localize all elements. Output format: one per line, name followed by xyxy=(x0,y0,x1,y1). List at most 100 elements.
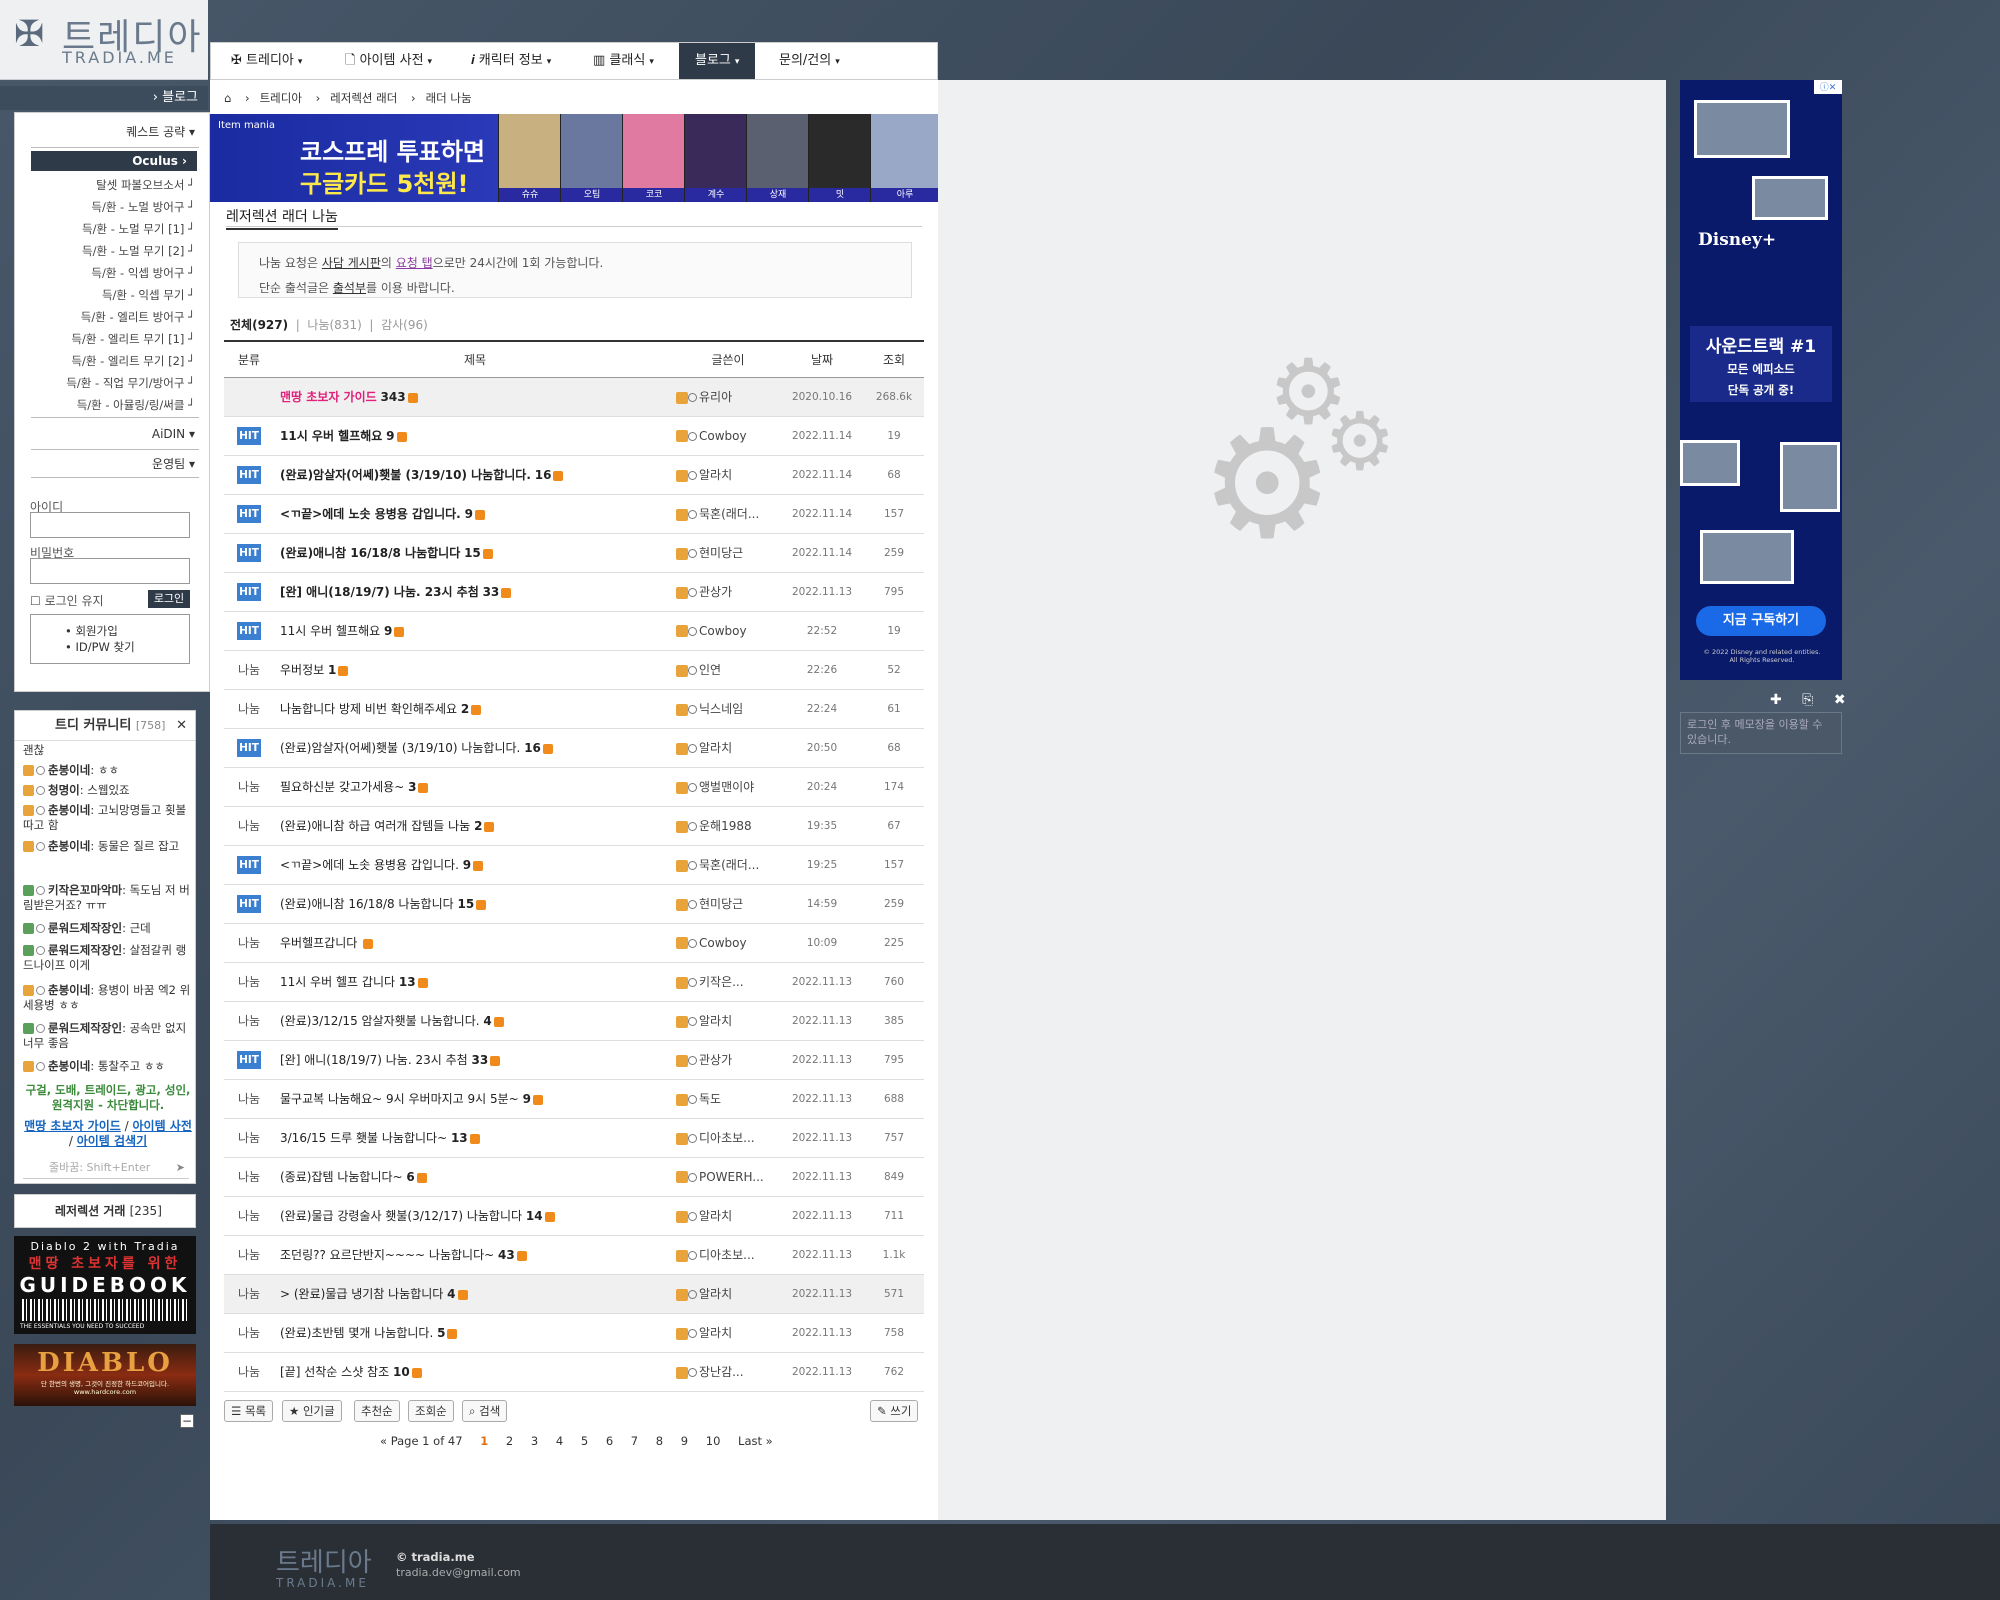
table-row[interactable]: HIT 11시 우버 헬프해요 9 Cowboy 22:52 19 xyxy=(224,611,924,650)
nav-item-items[interactable]: 🗋 아이템 사전 ▾ xyxy=(345,43,432,79)
table-row[interactable]: 나눔 (완료)물급 강령술사 횃불(3/12/17) 나눔합니다 14 알라치 202… xyxy=(224,1196,924,1235)
post-title[interactable]: (완료)애니참 하급 여러개 잡템들 나눔 xyxy=(280,819,470,833)
signup-link[interactable]: • 회원가입 xyxy=(65,623,189,639)
post-title[interactable]: 11시 우버 헬프 갑니다 xyxy=(280,975,395,989)
author-name[interactable]: 관상가 xyxy=(699,585,732,599)
table-row[interactable]: 나눔 (종료)잡템 나눔합니다~ 6 POWERH... 2022.11.13 849 xyxy=(224,1157,924,1196)
author-name[interactable]: 디아초보... xyxy=(699,1131,755,1145)
table-row[interactable]: 나눔 조던링?? 요르단반지~~~~ 나눔합니다~ 43 디아초보... 2022.1… xyxy=(224,1235,924,1274)
subscribe-button[interactable]: 지금 구독하기 xyxy=(1696,606,1826,636)
sidebar-item-quest[interactable]: 퀘스트 공략 ▾ xyxy=(126,123,195,140)
post-title[interactable]: 우버정보 xyxy=(280,663,324,677)
author-name[interactable]: 알라치 xyxy=(699,741,732,755)
post-title[interactable]: 우버헬프갑니다 xyxy=(280,936,357,950)
page-link[interactable]: 8 xyxy=(656,1434,663,1448)
post-title[interactable]: (완료)애니참 16/18/8 나눔합니다 xyxy=(280,897,454,911)
author-name[interactable]: 알라치 xyxy=(699,1014,732,1028)
sidebar-item-team[interactable]: 운영팀 ▾ xyxy=(152,455,195,472)
attendance-link[interactable]: 출석부 xyxy=(333,281,366,295)
sidebar-subitem[interactable]: 득/환 - 익셉 방어구 ┘ xyxy=(91,265,195,281)
author-name[interactable]: 앵벌맨이야 xyxy=(699,780,754,794)
memo-controls[interactable]: ✚ ⎘ ✖ xyxy=(1770,692,1854,708)
post-title[interactable]: 3/16/15 드루 횃불 나눔합니다~ xyxy=(280,1131,447,1145)
sidebar-item-oculus[interactable]: Oculus › xyxy=(31,151,197,171)
find-account-link[interactable]: • ID/PW 찾기 xyxy=(65,639,189,655)
guide-link[interactable]: 맨땅 초보자 가이드 xyxy=(24,1119,121,1133)
post-title[interactable]: 나눔합니다 방제 비번 확인해주세요 xyxy=(280,702,457,716)
sidebar-subitem[interactable]: 득/환 - 노멀 무기 [2] ┘ xyxy=(82,243,195,259)
tab-thanks[interactable]: 감사(96) xyxy=(381,318,428,332)
author-name[interactable]: 현미당근 xyxy=(699,546,743,560)
table-row[interactable]: HIT (완료)암살자(어쎄)횃불 (3/19/10) 나눔합니다. 16 알라치 2… xyxy=(224,728,924,767)
table-row[interactable]: 나눔 물구교복 나눔해요~ 9시 우버마지고 9시 5분~ 9 독도 2022.11.… xyxy=(224,1079,924,1118)
table-row[interactable]: HIT [완] 애니(18/19/7) 나눔. 23시 추첨 33 관상가 2022.… xyxy=(224,1040,924,1079)
tab-share[interactable]: 나눔(831) xyxy=(307,318,361,332)
page-link[interactable]: 1 xyxy=(480,1434,488,1448)
site-logo[interactable]: ✠ 트레디아 TRADIA.ME xyxy=(0,0,208,80)
author-name[interactable]: Cowboy xyxy=(699,429,747,443)
footer-email[interactable]: tradia.dev@gmail.com xyxy=(396,1566,521,1579)
item-search-link[interactable]: 아이템 검색기 xyxy=(77,1134,147,1148)
nav-item-tradia[interactable]: ✠ 트레디아 ▾ xyxy=(231,43,302,79)
ad-close-icon[interactable]: ⓘ✕ xyxy=(1814,80,1842,94)
author-name[interactable]: 알라치 xyxy=(699,1287,732,1301)
author-name[interactable]: 알라치 xyxy=(699,1209,732,1223)
post-title[interactable]: (완료)암살자(어쎄)횃불 (3/19/10) 나눔합니다. xyxy=(280,468,531,482)
sidebar-subitem[interactable]: 득/환 - 엘리트 방어구 ┘ xyxy=(81,309,195,325)
table-row[interactable]: HIT <ㄲ끝>에데 노솟 용병용 갑입니다. 9 묵혼(래더... 19:25 157 xyxy=(224,845,924,884)
table-row[interactable]: HIT <ㄲ끝>에데 노솟 용병용 갑입니다. 9 묵혼(래더... 2022.11.… xyxy=(224,494,924,533)
post-title[interactable]: 맨땅 초보자 가이드 xyxy=(280,390,377,404)
page-link[interactable]: 6 xyxy=(606,1434,613,1448)
recommend-sort-button[interactable]: 추천순 xyxy=(354,1400,400,1422)
table-row[interactable]: 나눔 [끝] 선착순 스샷 참조 10 장난감... 2022.11.13 762 xyxy=(224,1352,924,1391)
page-link[interactable]: 7 xyxy=(631,1434,638,1448)
post-title[interactable]: (완료)3/12/15 암살자횃불 나눔합니다. xyxy=(280,1014,480,1028)
post-title[interactable]: 조던링?? 요르단반지~~~~ 나눔합니다~ xyxy=(280,1248,494,1262)
remember-checkbox[interactable]: ☐ 로그인 유지 xyxy=(30,592,104,609)
post-title[interactable]: <ㄲ끝>에데 노솟 용병용 갑입니다. xyxy=(280,858,459,872)
last-page-link[interactable]: Last » xyxy=(738,1434,773,1448)
post-title[interactable]: <ㄲ끝>에데 노솟 용병용 갑입니다. xyxy=(280,507,461,521)
sidebar-subitem[interactable]: 득/환 - 익셉 무기 ┘ xyxy=(102,287,195,303)
author-name[interactable]: Cowboy xyxy=(699,624,747,638)
views-sort-button[interactable]: 조회순 xyxy=(408,1400,454,1422)
sidebar-subitem[interactable]: 득/환 - 노멀 무기 [1] ┘ xyxy=(82,221,195,237)
post-title[interactable]: 필요하신분 갖고가세용~ xyxy=(280,780,404,794)
table-row[interactable]: HIT 11시 우버 헬프해요 9 Cowboy 2022.11.14 19 xyxy=(224,416,924,455)
table-row[interactable]: 나눔 (완료)초반템 몇개 나눔합니다. 5 알라치 2022.11.13 758 xyxy=(224,1313,924,1352)
list-button[interactable]: ☰ 목록 xyxy=(224,1400,274,1422)
sidebar-subitem[interactable]: 득/환 - 엘리트 무기 [1] ┘ xyxy=(71,331,195,347)
author-name[interactable]: POWERH... xyxy=(699,1170,764,1184)
table-row[interactable]: 나눔 (완료)애니참 하급 여러개 잡템들 나눔 2 운해1988 19:35 67 xyxy=(224,806,924,845)
author-name[interactable]: 묵혼(래더... xyxy=(699,858,759,872)
disney-ad[interactable]: ⓘ✕ Disney+ 사운드트랙 #1 모든 에피소드 단독 공개 중! 지금 … xyxy=(1680,80,1842,680)
page-link[interactable]: 10 xyxy=(706,1434,721,1448)
crumb[interactable]: 래더 나눔 xyxy=(426,91,472,105)
table-row[interactable]: 나눔 11시 우버 헬프 갑니다 13 키작은... 2022.11.13 760 xyxy=(224,962,924,1001)
page-link[interactable]: 2 xyxy=(506,1434,513,1448)
table-row[interactable]: HIT (완료)애니참 16/18/8 나눔합니다 15 현미당근 2022.11.1… xyxy=(224,533,924,572)
chat-input[interactable]: 줄바꿈: Shift+Enter ➤ xyxy=(23,1157,189,1179)
chat-board-link[interactable]: 사담 게시판 xyxy=(322,256,381,270)
crumb[interactable]: 레저렉션 래더 xyxy=(330,91,397,105)
author-name[interactable]: 장난감... xyxy=(699,1365,744,1379)
post-title[interactable]: [완] 애니(18/19/7) 나눔. 23시 추첨 xyxy=(280,1053,468,1067)
sidebar-subitem[interactable]: 탈셋 파볼오브소서 ┘ xyxy=(96,177,195,193)
author-name[interactable]: 디아초보... xyxy=(699,1248,755,1262)
post-title[interactable]: > (완료)물급 냉기참 나눔합니다 xyxy=(280,1287,443,1301)
tab-all[interactable]: 전체(927) xyxy=(230,318,288,332)
post-title[interactable]: 11시 우버 헬프해요 xyxy=(280,429,382,443)
table-row[interactable]: HIT (완료)암살자(어쎄)횃불 (3/19/10) 나눔합니다. 16 알라치 2… xyxy=(224,455,924,494)
table-row[interactable]: 나눔 > (완료)물급 냉기참 나눔합니다 4 알라치 2022.11.13 571 xyxy=(224,1274,924,1313)
post-title[interactable]: (완료)물급 강령술사 횃불(3/12/17) 나눔합니다 xyxy=(280,1209,522,1223)
nav-item-contact[interactable]: 문의/건의 ▾ xyxy=(779,43,840,79)
sidebar-subitem[interactable]: 득/환 - 직업 무기/방어구 ┘ xyxy=(66,375,195,391)
nav-item-classic[interactable]: ▥ 클래식 ▾ xyxy=(593,43,654,79)
post-title[interactable]: (완료)애니참 16/18/8 나눔합니다 xyxy=(280,546,460,560)
table-row[interactable]: 맨땅 초보자 가이드 343 유리아 2020.10.16 268.6k xyxy=(224,377,924,416)
sidebar-header[interactable]: › 블로그 xyxy=(0,86,208,110)
close-icon[interactable]: ✕ xyxy=(176,711,187,741)
page-link[interactable]: 9 xyxy=(681,1434,688,1448)
table-row[interactable]: HIT (완료)애니참 16/18/8 나눔합니다 15 현미당근 14:59 259 xyxy=(224,884,924,923)
home-icon[interactable]: ⌂ xyxy=(224,91,231,105)
